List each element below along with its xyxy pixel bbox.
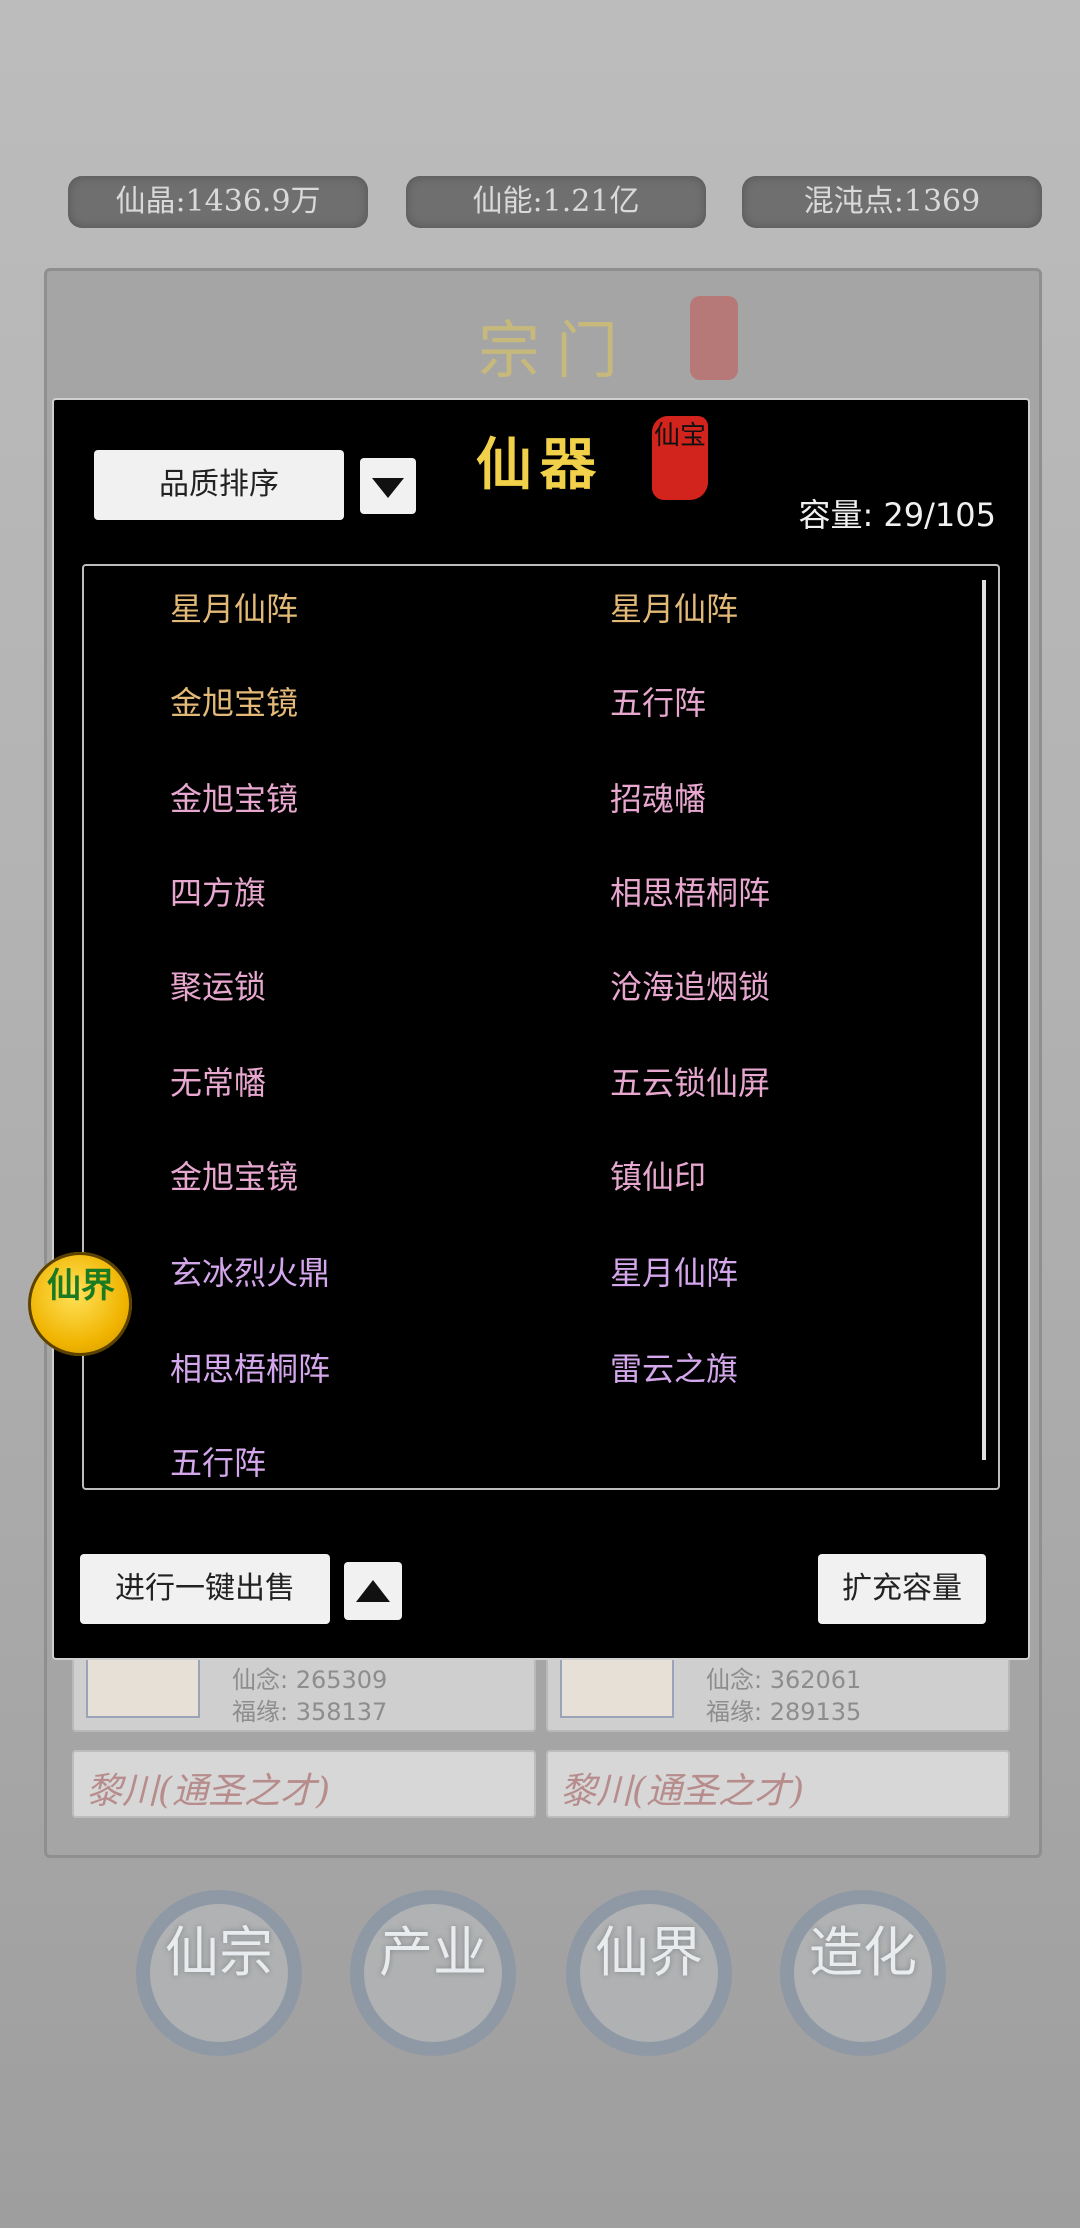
nav-chanye[interactable]: 产业 <box>350 1890 516 2056</box>
nav-label: 造化 <box>809 1921 917 1984</box>
member-fuyuan: 福缘: 289135 <box>706 1698 862 1726</box>
list-item[interactable]: 五云锁仙屏 <box>610 1058 770 1104</box>
list-item[interactable]: 聚运锁 <box>170 962 266 1008</box>
item-name: 聚运锁 <box>170 968 267 1006</box>
item-name: 招魂幡 <box>610 780 707 818</box>
sell-all-button[interactable]: 进行一键出售 <box>80 1554 330 1624</box>
seal-icon: 仙宝 <box>652 416 708 500</box>
float-badge-label: 仙界 <box>47 1266 115 1306</box>
item-name: 雷云之旗 <box>610 1350 739 1388</box>
avatar <box>86 1658 200 1718</box>
seal-text: 仙宝 <box>653 421 706 451</box>
member-xiannian: 仙念: 362061 <box>706 1666 862 1694</box>
list-item[interactable]: 星月仙阵 <box>610 1248 738 1294</box>
item-name: 金旭宝镜 <box>170 1158 299 1196</box>
nav-zaohua[interactable]: 造化 <box>780 1890 946 2056</box>
nav-xianzong[interactable]: 仙宗 <box>136 1890 302 2056</box>
list-item[interactable]: 五行阵 <box>610 678 706 724</box>
item-name: 相思梧桐阵 <box>170 1350 331 1388</box>
nav-xianjie[interactable]: 仙界 <box>566 1890 732 2056</box>
avatar <box>560 1658 674 1718</box>
item-name: 金旭宝镜 <box>170 780 299 818</box>
item-name: 星月仙阵 <box>170 590 299 628</box>
list-item[interactable]: 无常幡 <box>170 1058 266 1104</box>
list-item[interactable]: 四方旗 <box>170 868 266 914</box>
chevron-up-icon <box>356 1580 390 1602</box>
sort-button[interactable]: 品质排序 <box>94 450 344 520</box>
list-item[interactable]: 金旭宝镜 <box>170 678 298 724</box>
member-fuyuan: 福缘: 358137 <box>232 1698 388 1726</box>
item-name: 星月仙阵 <box>610 1254 739 1292</box>
sect-title: 宗门 <box>478 314 635 387</box>
nav-label: 仙宗 <box>165 1921 273 1984</box>
member-name-card[interactable]: 黎川(通圣之才) <box>546 1750 1010 1818</box>
item-name: 沧海追烟锁 <box>610 968 771 1006</box>
member-name: 黎川(通圣之才) <box>86 1771 331 1812</box>
item-name: 无常幡 <box>170 1064 267 1102</box>
member-name-card[interactable]: 黎川(通圣之才) <box>72 1750 536 1818</box>
member-card[interactable]: 仙念: 265309 福缘: 358137 <box>72 1656 536 1732</box>
list-item[interactable]: 雷云之旗 <box>610 1344 738 1390</box>
capacity-text: 容量: 29/105 <box>798 496 996 534</box>
item-name: 五云锁仙屏 <box>610 1064 771 1102</box>
item-name: 星月仙阵 <box>610 590 739 628</box>
item-name: 五行阵 <box>610 684 707 722</box>
member-name: 黎川(通圣之才) <box>560 1771 805 1812</box>
item-name: 相思梧桐阵 <box>610 874 771 912</box>
list-scrollbar[interactable] <box>982 580 986 1460</box>
list-item[interactable]: 相思梧桐阵 <box>170 1344 330 1390</box>
list-item[interactable]: 金旭宝镜 <box>170 1152 298 1198</box>
xianjie-float-button[interactable]: 仙界 <box>28 1252 132 1356</box>
chevron-down-icon <box>372 478 404 498</box>
list-item[interactable]: 镇仙印 <box>610 1152 706 1198</box>
member-xiannian: 仙念: 265309 <box>232 1666 388 1694</box>
nav-label: 仙界 <box>595 1921 703 1984</box>
list-item[interactable]: 星月仙阵 <box>610 584 738 630</box>
item-name: 玄冰烈火鼎 <box>170 1254 331 1292</box>
nav-label: 产业 <box>379 1921 487 1984</box>
expand-capacity-button[interactable]: 扩充容量 <box>818 1554 986 1624</box>
list-item[interactable]: 相思梧桐阵 <box>610 868 770 914</box>
sect-seal-icon <box>690 296 738 380</box>
item-name: 镇仙印 <box>610 1158 707 1196</box>
item-name: 四方旗 <box>170 874 267 912</box>
xianjing-resource: 仙晶:1436.9万 <box>68 176 368 228</box>
item-name: 金旭宝镜 <box>170 684 299 722</box>
list-item[interactable]: 玄冰烈火鼎 <box>170 1248 330 1294</box>
list-item[interactable]: 星月仙阵 <box>170 584 298 630</box>
collapse-button[interactable] <box>344 1562 402 1620</box>
modal-title: 仙器 <box>476 432 604 498</box>
list-item[interactable]: 招魂幡 <box>610 774 706 820</box>
list-item[interactable]: 沧海追烟锁 <box>610 962 770 1008</box>
xianneng-resource: 仙能:1.21亿 <box>406 176 706 228</box>
item-name: 五行阵 <box>170 1444 267 1482</box>
hundun-resource: 混沌点:1369 <box>742 176 1042 228</box>
member-card[interactable]: 仙念: 362061 福缘: 289135 <box>546 1656 1010 1732</box>
sort-dropdown-button[interactable] <box>360 458 416 514</box>
list-item[interactable]: 五行阵 <box>170 1438 266 1484</box>
list-item[interactable]: 金旭宝镜 <box>170 774 298 820</box>
